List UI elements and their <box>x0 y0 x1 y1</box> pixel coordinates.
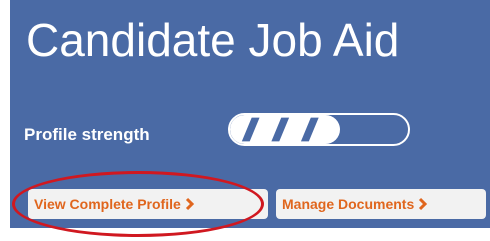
manage-documents-button[interactable]: Manage Documents <box>276 189 486 219</box>
manage-documents-label: Manage Documents <box>282 196 415 212</box>
profile-strength-label: Profile strength <box>24 125 150 144</box>
meter-stripes <box>241 117 319 142</box>
chevron-right-icon <box>419 198 428 211</box>
chevron-right-icon <box>185 198 194 211</box>
profile-strength-meter-fill <box>230 115 341 144</box>
page-title: Candidate Job Aid <box>26 14 400 66</box>
profile-strength-meter <box>228 113 410 146</box>
view-complete-profile-button[interactable]: View Complete Profile <box>28 189 268 219</box>
view-complete-profile-label: View Complete Profile <box>34 196 181 212</box>
job-aid-panel: Candidate Job Aid Profile strength View … <box>10 0 490 228</box>
